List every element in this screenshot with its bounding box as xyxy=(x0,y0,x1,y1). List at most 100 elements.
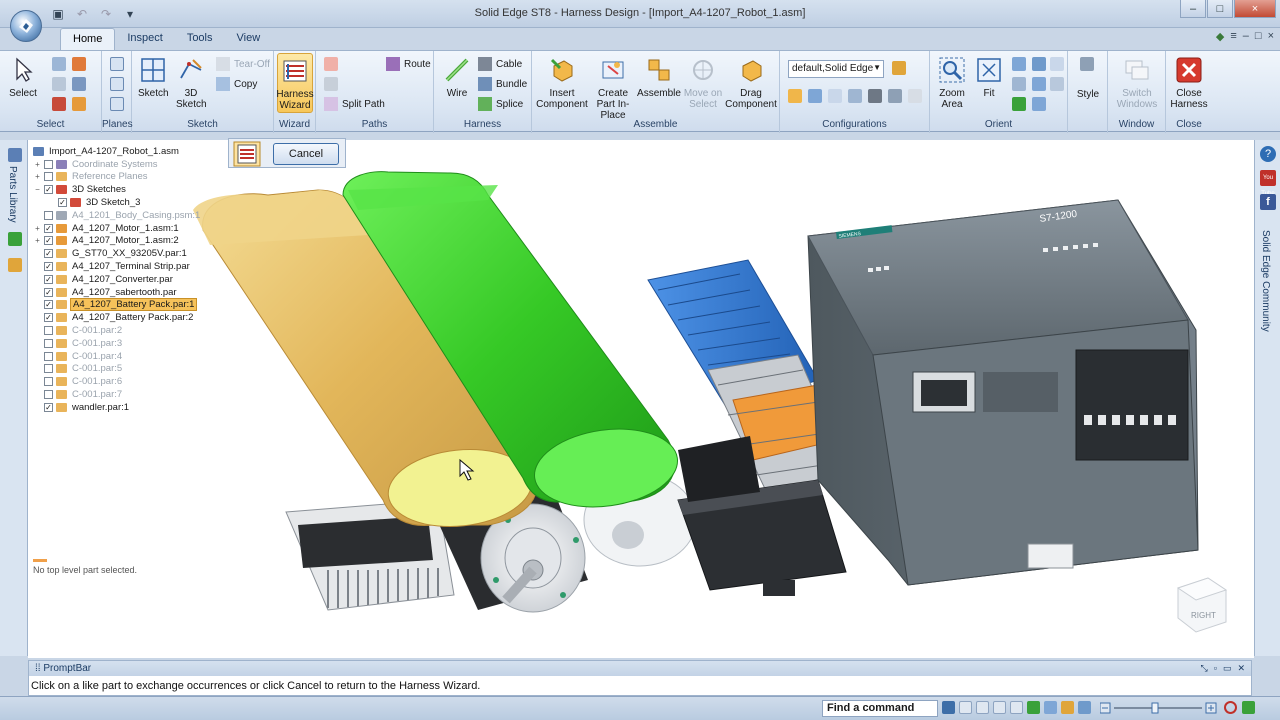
insert-component-button[interactable]: Insert Component xyxy=(536,55,588,110)
tree-item[interactable]: ✓ 3D Sketch_3 xyxy=(33,196,203,209)
tree-item[interactable]: Import_A4-1207_Robot_1.asm xyxy=(33,145,203,158)
tree-item[interactable]: A4_1201_Body_Casing.psm:1 xyxy=(33,209,203,222)
tree-item[interactable]: ✓ A4_1207_sabertooth.par xyxy=(33,286,203,299)
zoom-slider[interactable] xyxy=(1100,701,1218,715)
split-path-button[interactable]: Split Path xyxy=(324,97,385,111)
tree-item[interactable]: ✓ A4_1207_Terminal Strip.par xyxy=(33,260,203,273)
tree-item[interactable]: + Coordinate Systems xyxy=(33,158,203,171)
copy-button[interactable]: Copy xyxy=(216,77,257,91)
tree-item[interactable]: C-001.par:7 xyxy=(33,388,203,401)
zoom-window-icon[interactable] xyxy=(959,701,972,714)
tree-item[interactable]: C-001.par:5 xyxy=(33,363,203,376)
tree-checkbox[interactable]: ✓ xyxy=(44,249,53,259)
config-tool-4-icon[interactable] xyxy=(848,89,862,103)
help-icon[interactable]: ? xyxy=(1260,146,1276,162)
zoom-in-icon[interactable] xyxy=(976,701,989,714)
tree-item[interactable]: C-001.par:2 xyxy=(33,324,203,337)
sabertooth[interactable] xyxy=(678,436,760,502)
angled-plane-icon[interactable] xyxy=(110,77,124,91)
doc-minimize-button[interactable]: – xyxy=(1243,30,1249,43)
path-tool-icon[interactable] xyxy=(324,57,338,71)
parts-library-tab[interactable]: Parts Library xyxy=(7,166,18,223)
sketch-button[interactable]: Sketch xyxy=(138,55,169,99)
tree-checkbox[interactable] xyxy=(44,390,53,400)
close-button[interactable]: × xyxy=(1234,0,1276,18)
tree-checkbox[interactable] xyxy=(44,364,53,374)
path-edit-icon[interactable] xyxy=(324,77,338,91)
quick-pick-icon[interactable] xyxy=(52,97,66,111)
theme-icon[interactable]: ≡ xyxy=(1230,30,1236,43)
tree-checkbox[interactable]: ✓ xyxy=(44,313,53,323)
select-options-icon[interactable] xyxy=(52,77,66,91)
prompt-bar-options-icon[interactable]: ⤡ xyxy=(1201,661,1208,676)
configuration-dropdown[interactable]: default,Solid Edge ▼ xyxy=(788,60,884,78)
tree-expander-icon[interactable]: + xyxy=(33,236,42,245)
tree-item[interactable]: ✓ A4_1207_Battery Pack.par:1 xyxy=(33,298,203,312)
tree-item[interactable]: + ✓ A4_1207_Motor_1.asm:2 xyxy=(33,235,203,248)
application-button[interactable] xyxy=(10,10,42,42)
tree-item[interactable]: ✓ A4_1207_Converter.par xyxy=(33,273,203,286)
cancel-button[interactable]: Cancel xyxy=(273,143,339,165)
ribbon-options-icon[interactable]: ◆ xyxy=(1216,30,1224,43)
look-at-icon[interactable] xyxy=(1050,77,1064,91)
spin-icon[interactable] xyxy=(1032,77,1046,91)
facebook-icon[interactable]: f xyxy=(1260,194,1276,210)
assemble-button[interactable]: Assemble xyxy=(637,55,681,99)
tab-home[interactable]: Home xyxy=(60,28,116,50)
record-icon[interactable] xyxy=(1224,701,1237,714)
bundle-button[interactable]: Bundle xyxy=(478,77,527,91)
wire-button[interactable]: Wire xyxy=(442,55,472,99)
assembly-3d-view[interactable]: SIEMENS S7-1200 RIGHT xyxy=(28,140,1254,658)
config-save-icon[interactable] xyxy=(892,61,906,75)
tree-checkbox[interactable]: ✓ xyxy=(44,223,53,233)
tree-item[interactable]: C-001.par:3 xyxy=(33,337,203,350)
select-highlight-icon[interactable] xyxy=(72,77,86,91)
config-tool-6-icon[interactable] xyxy=(888,89,902,103)
prompt-bar-close-icon[interactable]: ✕ xyxy=(1237,661,1245,676)
tree-checkbox[interactable]: ✓ xyxy=(44,402,53,412)
tree-expander-icon[interactable]: + xyxy=(33,172,42,181)
fit-button[interactable]: Fit xyxy=(974,55,1004,99)
tree-checkbox[interactable] xyxy=(44,326,53,336)
tree-checkbox[interactable]: ✓ xyxy=(44,287,53,297)
switch-windows-button[interactable]: Switch Windows xyxy=(1112,55,1162,110)
tree-checkbox[interactable] xyxy=(44,159,53,169)
view-style-icon[interactable] xyxy=(1080,57,1094,71)
tree-checkbox[interactable] xyxy=(44,351,53,361)
tree-checkbox[interactable] xyxy=(44,377,53,387)
pathfinder-tab-icon[interactable] xyxy=(8,148,22,162)
tab-view[interactable]: View xyxy=(225,28,273,50)
config-tool-1-icon[interactable] xyxy=(788,89,802,103)
fit-view-icon[interactable] xyxy=(993,701,1006,714)
named-views-icon[interactable] xyxy=(1032,97,1046,111)
maximize-button[interactable]: □ xyxy=(1207,0,1233,18)
tree-checkbox[interactable] xyxy=(44,172,53,182)
tree-item[interactable]: + ✓ A4_1207_Motor_1.asm:1 xyxy=(33,222,203,235)
tree-item[interactable]: + Reference Planes xyxy=(33,171,203,184)
tree-item[interactable]: ✓ A4_1207_Battery Pack.par:2 xyxy=(33,311,203,324)
route-button[interactable]: Route xyxy=(386,57,431,71)
plc-controller[interactable]: SIEMENS S7-1200 xyxy=(807,199,1199,586)
youtube-icon[interactable]: You Tube xyxy=(1260,170,1276,197)
doc-restore-button[interactable]: □ xyxy=(1255,30,1262,43)
move-on-select-button[interactable]: Move on Select xyxy=(682,55,724,110)
tree-checkbox[interactable]: ✓ xyxy=(44,300,53,310)
tree-expander-icon[interactable]: − xyxy=(33,185,42,194)
select-tool-icon[interactable] xyxy=(72,57,86,71)
drag-component-button[interactable]: Drag Component xyxy=(725,55,777,110)
rotate-view-icon[interactable] xyxy=(1027,701,1040,714)
create-part-in-place-button[interactable]: Create Part In-Place xyxy=(588,55,638,121)
tree-checkbox[interactable] xyxy=(44,210,53,220)
normal-plane-icon[interactable] xyxy=(110,97,124,111)
splice-button[interactable]: Splice xyxy=(478,97,523,111)
graphics-window[interactable]: SIEMENS S7-1200 RIGHT xyxy=(28,140,1254,658)
common-views-icon[interactable] xyxy=(1012,97,1026,111)
harness-wizard-button[interactable]: Harness Wizard xyxy=(276,53,314,113)
view-cube[interactable]: RIGHT xyxy=(1176,577,1228,633)
prompt-bar-dock-icon[interactable]: ▫ xyxy=(1214,661,1217,676)
select-button[interactable]: Select xyxy=(8,55,38,99)
config-tool-2-icon[interactable] xyxy=(808,89,822,103)
tab-inspect[interactable]: Inspect xyxy=(115,28,174,50)
tree-item[interactable]: ✓ G_ST70_XX_93205V.par:1 xyxy=(33,247,203,260)
zoom-icon[interactable] xyxy=(1012,57,1026,71)
